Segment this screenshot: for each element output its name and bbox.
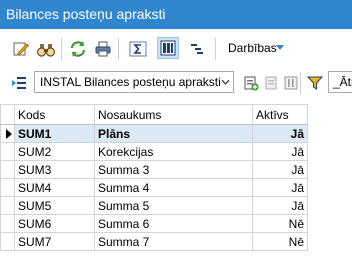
table-row[interactable]: SUM2 Korekcijas Jā (0, 142, 308, 161)
cell-aktivs[interactable]: Jā (252, 142, 308, 161)
window-title: Bilances posteņu apraksti (0, 0, 352, 29)
row-indicator-header (0, 104, 15, 125)
add-document-icon (244, 76, 259, 91)
chevron-down-icon[interactable] (276, 45, 284, 50)
tree-view-button[interactable] (186, 38, 208, 60)
row-indicator (0, 178, 15, 197)
funnel-icon (307, 76, 323, 90)
cell-aktivs[interactable]: Nē (252, 232, 308, 251)
cell-nosaukums[interactable]: Summa 7 (94, 232, 253, 251)
toolbar-separator (118, 38, 119, 60)
sigma-icon (129, 41, 147, 57)
table-row[interactable]: SUM6 Summa 6 Nē (0, 214, 308, 233)
cell-nosaukums[interactable]: Korekcijas (94, 142, 253, 161)
column-header-kods[interactable]: Kods (14, 104, 95, 125)
cell-aktivs[interactable]: Jā (252, 178, 308, 197)
cell-nosaukums[interactable]: Summa 6 (94, 214, 253, 233)
add-layout-button[interactable] (240, 72, 262, 94)
cell-nosaukums[interactable]: Summa 4 (94, 178, 253, 197)
current-row-arrow-icon (6, 128, 12, 139)
toolbar-separator (61, 38, 62, 60)
cell-kods[interactable]: SUM5 (14, 196, 95, 215)
cell-kods[interactable]: SUM3 (14, 160, 95, 179)
column-header-aktivs[interactable]: Aktīvs (252, 104, 308, 125)
cell-kods[interactable]: SUM4 (14, 178, 95, 197)
row-indicator (0, 142, 15, 161)
data-grid: Kods Nosaukums Aktīvs SUM1 Plāns Jā SUM2… (0, 104, 308, 251)
row-indicator (0, 214, 15, 233)
layout-list-icon (12, 77, 26, 89)
grid-view-button[interactable] (157, 37, 179, 59)
printer-icon (95, 41, 111, 57)
cell-nosaukums[interactable]: Summa 3 (94, 160, 253, 179)
sum-button[interactable] (127, 38, 149, 60)
layout-settings-button[interactable] (280, 72, 302, 94)
tree-icon (191, 44, 203, 54)
column-header-nosaukums[interactable]: Nosaukums (94, 104, 253, 125)
table-row[interactable]: SUM3 Summa 3 Jā (0, 160, 308, 179)
print-button[interactable] (92, 38, 114, 60)
row-indicator (0, 196, 15, 215)
cell-aktivs[interactable]: Nē (252, 214, 308, 233)
table-row[interactable]: SUM4 Summa 4 Jā (0, 178, 308, 197)
row-indicator (0, 160, 15, 179)
columns-settings-icon (284, 76, 298, 90)
grid-header-row: Kods Nosaukums Aktīvs (0, 104, 308, 125)
view-button[interactable] (35, 38, 57, 60)
edit-button[interactable] (10, 38, 32, 60)
pencil-icon (13, 42, 30, 56)
refresh-button[interactable] (67, 38, 89, 60)
cell-kods[interactable]: SUM2 (14, 142, 95, 161)
refresh-icon (70, 41, 86, 57)
actions-menu[interactable]: Darbības (228, 41, 277, 55)
main-toolbar: Darbības (0, 29, 352, 67)
row-indicator (0, 124, 15, 143)
quick-filter-input[interactable]: _Ātra (328, 71, 352, 93)
filter-button[interactable] (304, 72, 326, 94)
binoculars-icon (36, 44, 56, 57)
cell-kods[interactable]: SUM1 (14, 124, 95, 143)
cell-nosaukums[interactable]: Summa 5 (94, 196, 253, 215)
cell-kods[interactable]: SUM7 (14, 232, 95, 251)
layout-select[interactable]: INSTAL Bilances posteņu apraksti (34, 71, 234, 93)
cell-kods[interactable]: SUM6 (14, 214, 95, 233)
layout-button[interactable] (8, 72, 30, 94)
table-row[interactable]: SUM1 Plāns Jā (0, 124, 308, 143)
chevron-down-icon[interactable] (222, 80, 229, 85)
cell-aktivs[interactable]: Jā (252, 160, 308, 179)
cell-nosaukums[interactable]: Plāns (94, 124, 253, 143)
delete-document-icon (265, 76, 277, 90)
toolbar-separator (215, 38, 216, 60)
table-row[interactable]: SUM7 Summa 7 Nē (0, 232, 308, 251)
columns-icon (160, 40, 176, 56)
delete-layout-button[interactable] (260, 72, 282, 94)
row-indicator (0, 232, 15, 251)
table-row[interactable]: SUM5 Summa 5 Jā (0, 196, 308, 215)
cell-aktivs[interactable]: Jā (252, 124, 308, 143)
cell-aktivs[interactable]: Jā (252, 196, 308, 215)
